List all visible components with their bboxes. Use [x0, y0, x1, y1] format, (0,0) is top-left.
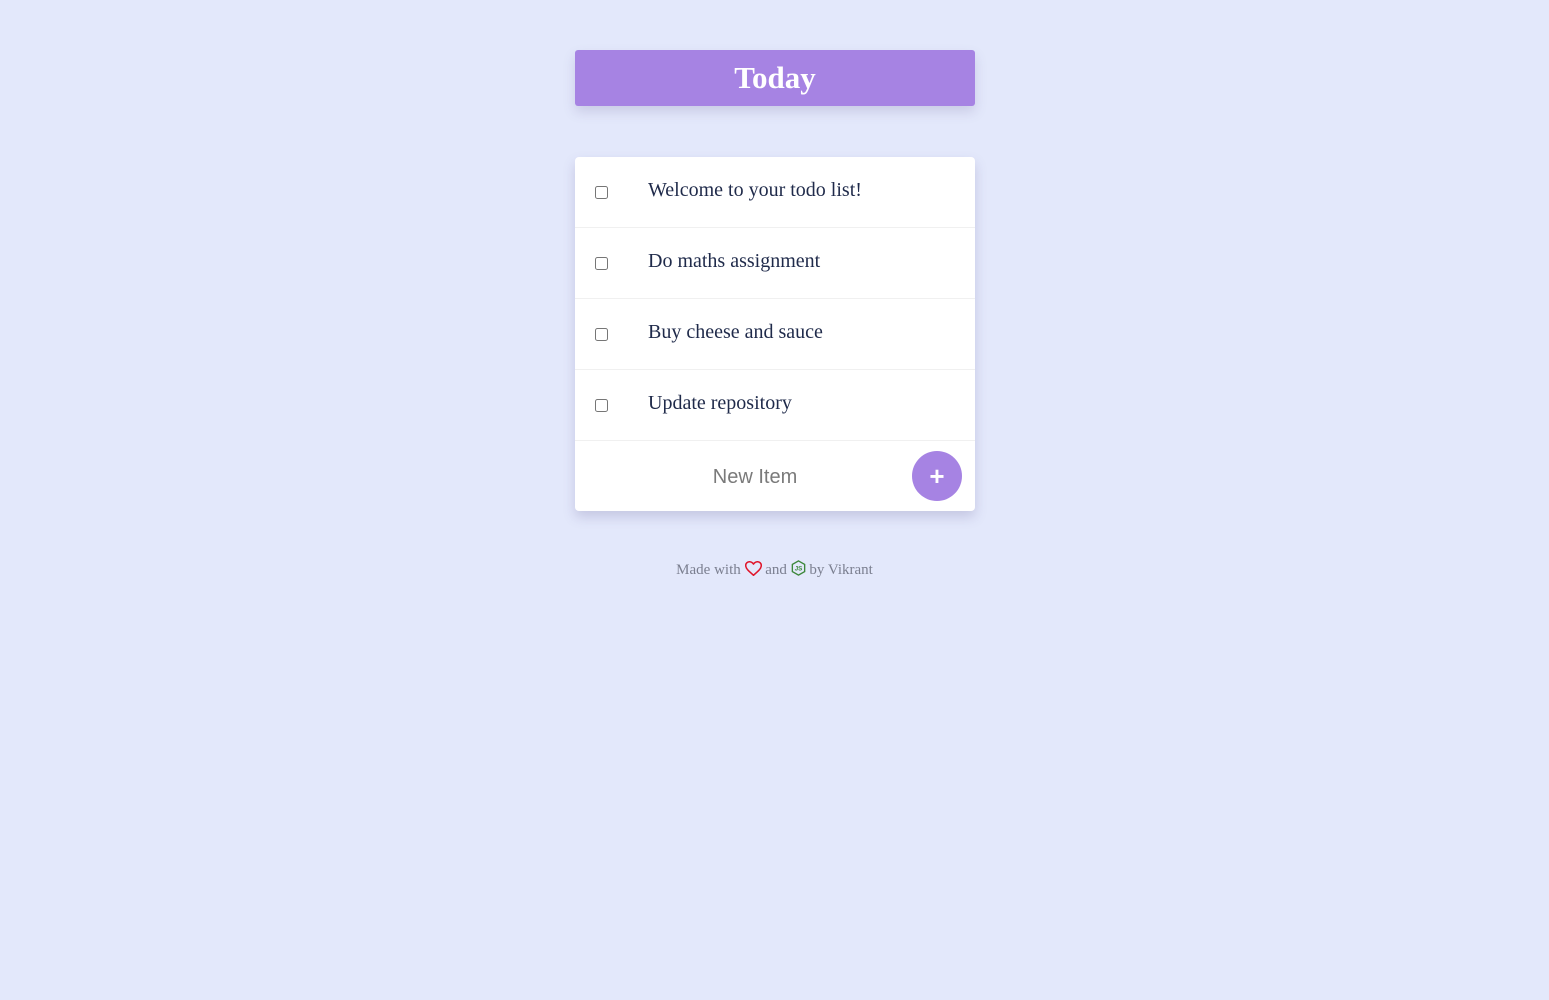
todo-item-checkbox[interactable] — [595, 186, 608, 199]
title-banner: Today — [575, 50, 975, 106]
footer-and: and — [765, 562, 787, 578]
page-title: Today — [734, 60, 816, 95]
new-item-row: + — [575, 441, 975, 511]
heart-icon — [744, 560, 762, 581]
todo-item-label: Update repository — [648, 392, 792, 414]
add-item-button[interactable]: + — [912, 451, 962, 501]
todo-item-label: Do maths assignment — [648, 250, 821, 272]
todo-item-checkbox[interactable] — [595, 257, 608, 270]
todo-item-checkbox[interactable] — [595, 399, 608, 412]
footer-made-with: Made with — [676, 562, 741, 578]
todo-item-checkbox[interactable] — [595, 328, 608, 341]
new-item-input[interactable] — [595, 459, 915, 495]
todo-item-label: Buy cheese and sauce — [648, 321, 823, 343]
nodejs-icon: JS — [791, 560, 806, 581]
todo-list-card: Welcome to your todo list! Do maths assi… — [575, 157, 975, 511]
svg-text:JS: JS — [794, 565, 802, 572]
footer-author: by Vikrant — [809, 562, 873, 578]
todo-item-label: Welcome to your todo list! — [648, 179, 862, 201]
todo-item: Buy cheese and sauce — [575, 299, 975, 370]
footer: Made with and JS by Vikrant — [0, 560, 1549, 581]
todo-item: Update repository — [575, 370, 975, 441]
todo-item: Do maths assignment — [575, 228, 975, 299]
todo-item: Welcome to your todo list! — [575, 157, 975, 228]
